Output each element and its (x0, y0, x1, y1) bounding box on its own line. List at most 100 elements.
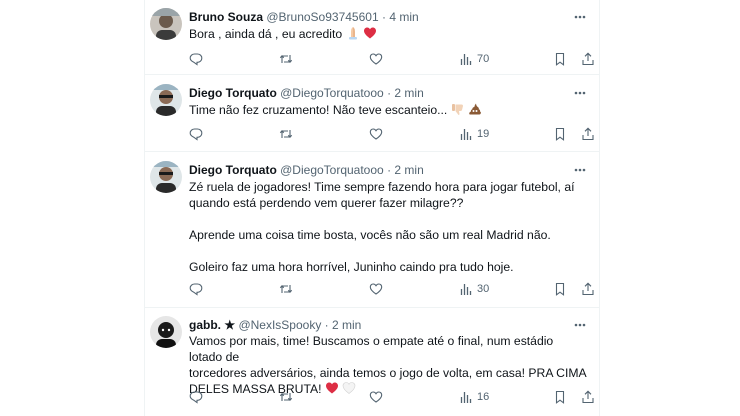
separator-dot: · (381, 10, 386, 24)
retweet-icon (279, 129, 293, 139)
reply-button[interactable] (189, 126, 207, 142)
share-button[interactable] (581, 281, 595, 297)
reply-icon (189, 128, 203, 141)
tweet-actions: 19 (189, 126, 594, 142)
tweet[interactable]: gabb. ★ @NexIsSpooky · 2 min Vamos por m… (145, 307, 599, 416)
pile-of-poo-icon (468, 102, 482, 120)
display-name[interactable]: gabb. ★ (189, 318, 235, 332)
share-button[interactable] (581, 126, 595, 142)
avatar[interactable] (150, 84, 182, 116)
like-button[interactable] (369, 281, 387, 297)
reply-button[interactable] (189, 389, 207, 405)
tweet-text: Time não fez cruzamento! Não teve escant… (189, 102, 589, 120)
avatar[interactable] (150, 8, 182, 40)
more-options-icon[interactable] (573, 86, 587, 100)
timestamp[interactable]: 4 min (389, 10, 418, 24)
share-icon (582, 390, 594, 404)
views-button[interactable]: 70 (459, 51, 489, 67)
share-button[interactable] (581, 51, 595, 67)
share-icon (582, 52, 594, 66)
tweet-text-line: Time não fez cruzamento! Não teve escant… (189, 103, 448, 117)
analytics-icon (460, 284, 472, 295)
tweet-actions: 16 (189, 389, 594, 405)
bookmark-button[interactable] (553, 51, 567, 67)
retweet-button[interactable] (279, 389, 297, 405)
analytics-icon (460, 54, 472, 65)
retweet-icon (279, 392, 293, 402)
heart-icon (369, 53, 383, 65)
avatar[interactable] (150, 161, 182, 193)
thumbs-down-icon (451, 102, 465, 120)
more-options-icon[interactable] (573, 318, 587, 332)
tweet-actions: 70 (189, 51, 594, 67)
timestamp[interactable]: 2 min (394, 86, 423, 100)
heart-icon (369, 283, 383, 295)
display-name[interactable]: Diego Torquato (189, 86, 277, 100)
views-button[interactable]: 16 (459, 389, 489, 405)
tweet-text-blank (189, 211, 589, 227)
share-icon (582, 282, 594, 296)
retweet-button[interactable] (279, 126, 297, 142)
separator-dot: · (387, 163, 392, 177)
user-handle[interactable]: @DiegoTorquatooo (280, 86, 384, 100)
tweet[interactable]: Bruno Souza @BrunoSo93745601 · 4 min Bor… (145, 0, 599, 75)
analytics-icon (460, 392, 472, 403)
separator-dot: · (387, 86, 392, 100)
bookmark-icon (555, 282, 565, 296)
user-handle[interactable]: @DiegoTorquatooo (280, 163, 384, 177)
red-heart-icon (363, 26, 377, 44)
retweet-icon (279, 54, 293, 64)
tweet-text-line: quando está perdendo vem querer fazer mi… (189, 196, 464, 210)
tweet-text-line: torcedores adversários, ainda temos o jo… (189, 366, 587, 380)
display-name[interactable]: Bruno Souza (189, 10, 263, 24)
user-handle[interactable]: @BrunoSo93745601 (266, 10, 378, 24)
more-options-icon[interactable] (573, 163, 587, 177)
retweet-button[interactable] (279, 281, 297, 297)
analytics-icon (460, 129, 472, 140)
reply-icon (189, 53, 203, 66)
timeline-feed: Bruno Souza @BrunoSo93745601 · 4 min Bor… (144, 0, 600, 416)
reply-button[interactable] (189, 281, 207, 297)
share-icon (582, 127, 594, 141)
heart-icon (369, 128, 383, 140)
timestamp[interactable]: 2 min (394, 163, 423, 177)
retweet-icon (279, 284, 293, 294)
bookmark-icon (555, 390, 565, 404)
tweet-header: Diego Torquato @DiegoTorquatooo · 2 min (189, 162, 424, 178)
bookmark-icon (555, 127, 565, 141)
tweet-header: gabb. ★ @NexIsSpooky · 2 min (189, 317, 361, 333)
views-button[interactable]: 19 (459, 126, 489, 142)
like-button[interactable] (369, 389, 387, 405)
user-handle[interactable]: @NexIsSpooky (238, 318, 321, 332)
tweet-text-line: Bora , ainda dá , eu acredito (189, 27, 343, 41)
views-button[interactable]: 30 (459, 281, 489, 297)
reply-icon (189, 283, 203, 296)
view-count: 19 (477, 128, 490, 140)
tweet-text-line: Zé ruela de jogadores! Time sempre fazen… (189, 180, 575, 194)
bookmark-button[interactable] (553, 126, 567, 142)
bookmark-button[interactable] (553, 389, 567, 405)
timestamp[interactable]: 2 min (332, 318, 361, 332)
view-count: 70 (477, 53, 490, 65)
tweet-text-line: Aprende uma coisa time bosta, vocês não … (189, 228, 551, 242)
view-count: 16 (477, 391, 490, 403)
tweet-header: Bruno Souza @BrunoSo93745601 · 4 min (189, 9, 419, 25)
avatar[interactable] (150, 316, 182, 348)
tweet[interactable]: Diego Torquato @DiegoTorquatooo · 2 min … (145, 74, 599, 152)
like-button[interactable] (369, 51, 387, 67)
like-button[interactable] (369, 126, 387, 142)
tweet[interactable]: Diego Torquato @DiegoTorquatooo · 2 min … (145, 151, 599, 308)
share-button[interactable] (581, 389, 595, 405)
display-name[interactable]: Diego Torquato (189, 163, 277, 177)
retweet-button[interactable] (279, 51, 297, 67)
more-options-icon[interactable] (573, 10, 587, 24)
reply-button[interactable] (189, 51, 207, 67)
tweet-actions: 30 (189, 281, 594, 297)
folded-hands-icon (346, 26, 360, 44)
tweet-text-line: Goleiro faz uma hora horrível, Juninho c… (189, 260, 514, 274)
reply-icon (189, 391, 203, 404)
tweet-text: Zé ruela de jogadores! Time sempre fazen… (189, 179, 589, 275)
tweet-header: Diego Torquato @DiegoTorquatooo · 2 min (189, 85, 424, 101)
bookmark-button[interactable] (553, 281, 567, 297)
separator-dot: · (324, 318, 329, 332)
